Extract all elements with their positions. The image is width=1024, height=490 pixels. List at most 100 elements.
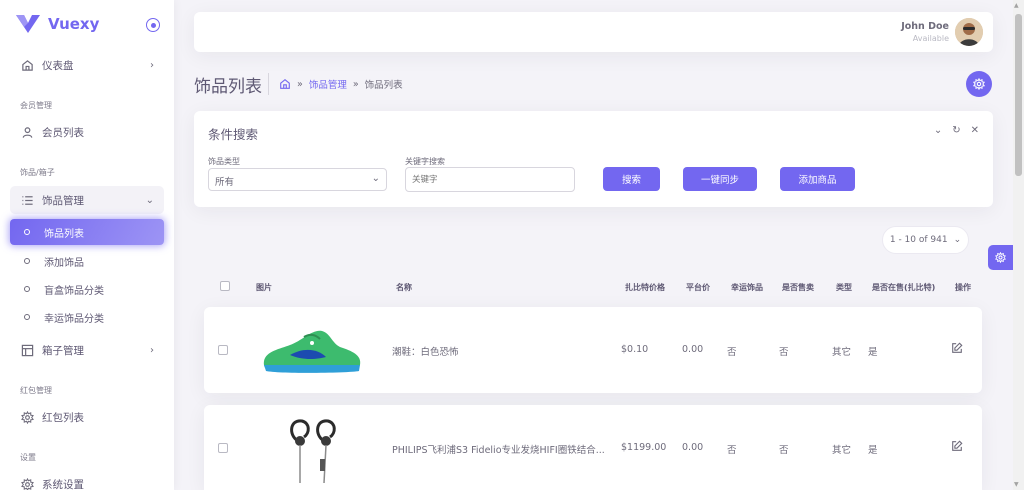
column-header-name: 名称 — [396, 283, 412, 292]
select-all-checkbox[interactable] — [220, 281, 230, 291]
pagination-label: 1 - 10 of 941 — [889, 235, 948, 245]
keyword-input[interactable] — [405, 167, 575, 192]
user-name[interactable]: John Doe — [901, 21, 949, 32]
scrollbar-thumb[interactable] — [1015, 14, 1022, 176]
nav-header-items-boxes: 饰品/箱子 — [20, 168, 55, 177]
sidebar-item-label: 仪表盘 — [42, 59, 74, 72]
column-header-action: 操作 — [955, 283, 971, 292]
home-icon[interactable] — [279, 78, 291, 90]
column-header-platform-price[interactable]: 平台价 — [686, 282, 710, 293]
product-image-sneaker — [263, 330, 361, 373]
sync-button[interactable]: 一键同步 — [683, 167, 757, 191]
sidebar-item-label: 会员列表 — [42, 126, 84, 139]
circle-icon — [24, 258, 30, 264]
page-title: 饰品列表 — [194, 77, 262, 97]
row-name: 潮鞋：白色恐怖 — [392, 347, 459, 358]
column-header-type: 类型 — [836, 283, 852, 292]
sidebar-subitem-blindbox-category[interactable]: 盲盒饰品分类 — [10, 276, 164, 302]
sidebar-item-label: 箱子管理 — [42, 344, 84, 357]
customizer-toggle[interactable] — [988, 245, 1013, 270]
row-type: 其它 — [832, 445, 852, 456]
settings-button[interactable] — [966, 71, 992, 97]
brand-name: Vuexy — [48, 15, 100, 33]
breadcrumb-separator: » — [352, 78, 359, 90]
breadcrumb-current: 饰品列表 — [364, 80, 403, 91]
gear-icon — [20, 410, 34, 424]
column-header-image: 图片 — [256, 283, 272, 292]
column-header-zbt-onsale: 是否在售(扎比特) — [872, 283, 936, 292]
circle-icon — [24, 314, 30, 320]
circle-icon — [24, 229, 30, 235]
row-on-sale: 否 — [779, 347, 789, 358]
sidebar-item-member-list[interactable]: 会员列表 — [10, 118, 164, 146]
row-platform-price: 0.00 — [682, 442, 704, 453]
sidebar-item-label: 系统设置 — [42, 478, 84, 490]
card-actions: ⌄ ↻ ✕ — [934, 125, 979, 136]
item-type-select[interactable]: 所有 ⌄ — [208, 168, 387, 191]
edit-icon[interactable] — [951, 342, 963, 354]
row-checkbox[interactable] — [218, 443, 228, 453]
search-button[interactable]: 搜索 — [603, 167, 660, 191]
row-zbt-onsale: 是 — [868, 445, 878, 456]
table-row: PHILIPS飞利浦S3 Fidelio专业发烧HIFI圈铁结合... $119… — [204, 405, 982, 490]
user-status: Available — [912, 34, 949, 43]
breadcrumb: » 饰品管理 » 饰品列表 — [279, 77, 403, 91]
toggle-dot-icon — [150, 22, 156, 28]
nav-header-members: 会员管理 — [20, 101, 52, 110]
sidebar-item-item-management[interactable]: 饰品管理 ⌄ — [10, 186, 164, 214]
column-header-on-sale: 是否售卖 — [782, 283, 814, 292]
gear-icon — [995, 252, 1006, 263]
collapse-icon[interactable]: ⌄ — [934, 125, 942, 136]
top-navbar: John Doe Available — [194, 12, 993, 52]
search-card-title: 条件搜索 — [208, 127, 259, 142]
column-header-zbt-price[interactable]: 扎比特价格 — [625, 282, 665, 293]
row-checkbox[interactable] — [218, 345, 228, 355]
sidebar-item-box-management[interactable]: 箱子管理 › — [10, 336, 164, 364]
gear-icon — [973, 78, 985, 90]
box-icon — [20, 343, 34, 357]
gear-icon — [20, 477, 34, 490]
sidebar-item-label: 添加饰品 — [44, 257, 84, 269]
refresh-icon[interactable]: ↻ — [952, 125, 960, 136]
nav-header-settings: 设置 — [20, 453, 36, 462]
chevron-right-icon: › — [150, 59, 154, 71]
column-header-lucky: 幸运饰品 — [731, 283, 763, 292]
row-type: 其它 — [832, 347, 852, 358]
scroll-up-arrow-icon[interactable]: ▲ — [1014, 2, 1019, 9]
scroll-down-arrow-icon[interactable]: ▼ — [1014, 481, 1019, 488]
add-item-button[interactable]: 添加商品 — [780, 167, 855, 191]
row-lucky: 否 — [727, 445, 737, 456]
row-on-sale: 否 — [779, 445, 789, 456]
sidebar-subitem-lucky-category[interactable]: 幸运饰品分类 — [10, 304, 164, 330]
title-divider — [268, 73, 269, 95]
sidebar-item-label: 幸运饰品分类 — [44, 313, 104, 325]
keyword-label: 关键字搜索 — [405, 157, 445, 166]
sidebar-subitem-add-item[interactable]: 添加饰品 — [10, 248, 164, 274]
breadcrumb-parent[interactable]: 饰品管理 — [309, 77, 347, 91]
sidebar-item-system-settings[interactable]: 系统设置 — [10, 470, 164, 490]
list-icon — [20, 193, 34, 207]
chevron-right-icon: › — [150, 344, 154, 356]
circle-icon — [24, 286, 30, 292]
row-platform-price: 0.00 — [682, 344, 704, 355]
sidebar-item-dashboard[interactable]: 仪表盘 › — [10, 51, 164, 79]
chevron-down-icon: ⌄ — [371, 173, 380, 184]
sidebar-subitem-item-list[interactable]: 饰品列表 — [10, 219, 164, 245]
avatar[interactable] — [955, 18, 983, 46]
vuexy-logo-icon — [16, 15, 40, 33]
chevron-down-icon: ⌄ — [953, 235, 962, 245]
table-row: 潮鞋：白色恐怖 $0.10 0.00 否 否 其它 是 — [204, 307, 982, 393]
sidebar-item-label: 红包列表 — [42, 411, 84, 424]
sidebar-item-redpacket-list[interactable]: 红包列表 — [10, 403, 164, 431]
row-name: PHILIPS飞利浦S3 Fidelio专业发烧HIFI圈铁结合... — [392, 445, 605, 456]
select-value: 所有 — [215, 177, 235, 188]
sidebar: Vuexy 仪表盘 › 会员管理 会员列表 饰品/箱子 饰品管理 ⌄ 饰品列表 … — [0, 0, 174, 490]
close-icon[interactable]: ✕ — [971, 125, 979, 136]
sidebar-item-label: 盲盒饰品分类 — [44, 285, 104, 297]
sidebar-collapse-toggle[interactable] — [146, 18, 160, 32]
sidebar-item-label: 饰品列表 — [44, 228, 84, 240]
pagination-select[interactable]: 1 - 10 of 941 ⌄ — [882, 226, 969, 254]
product-image-earphones — [290, 419, 336, 484]
breadcrumb-separator: » — [297, 78, 303, 90]
edit-icon[interactable] — [951, 440, 963, 452]
